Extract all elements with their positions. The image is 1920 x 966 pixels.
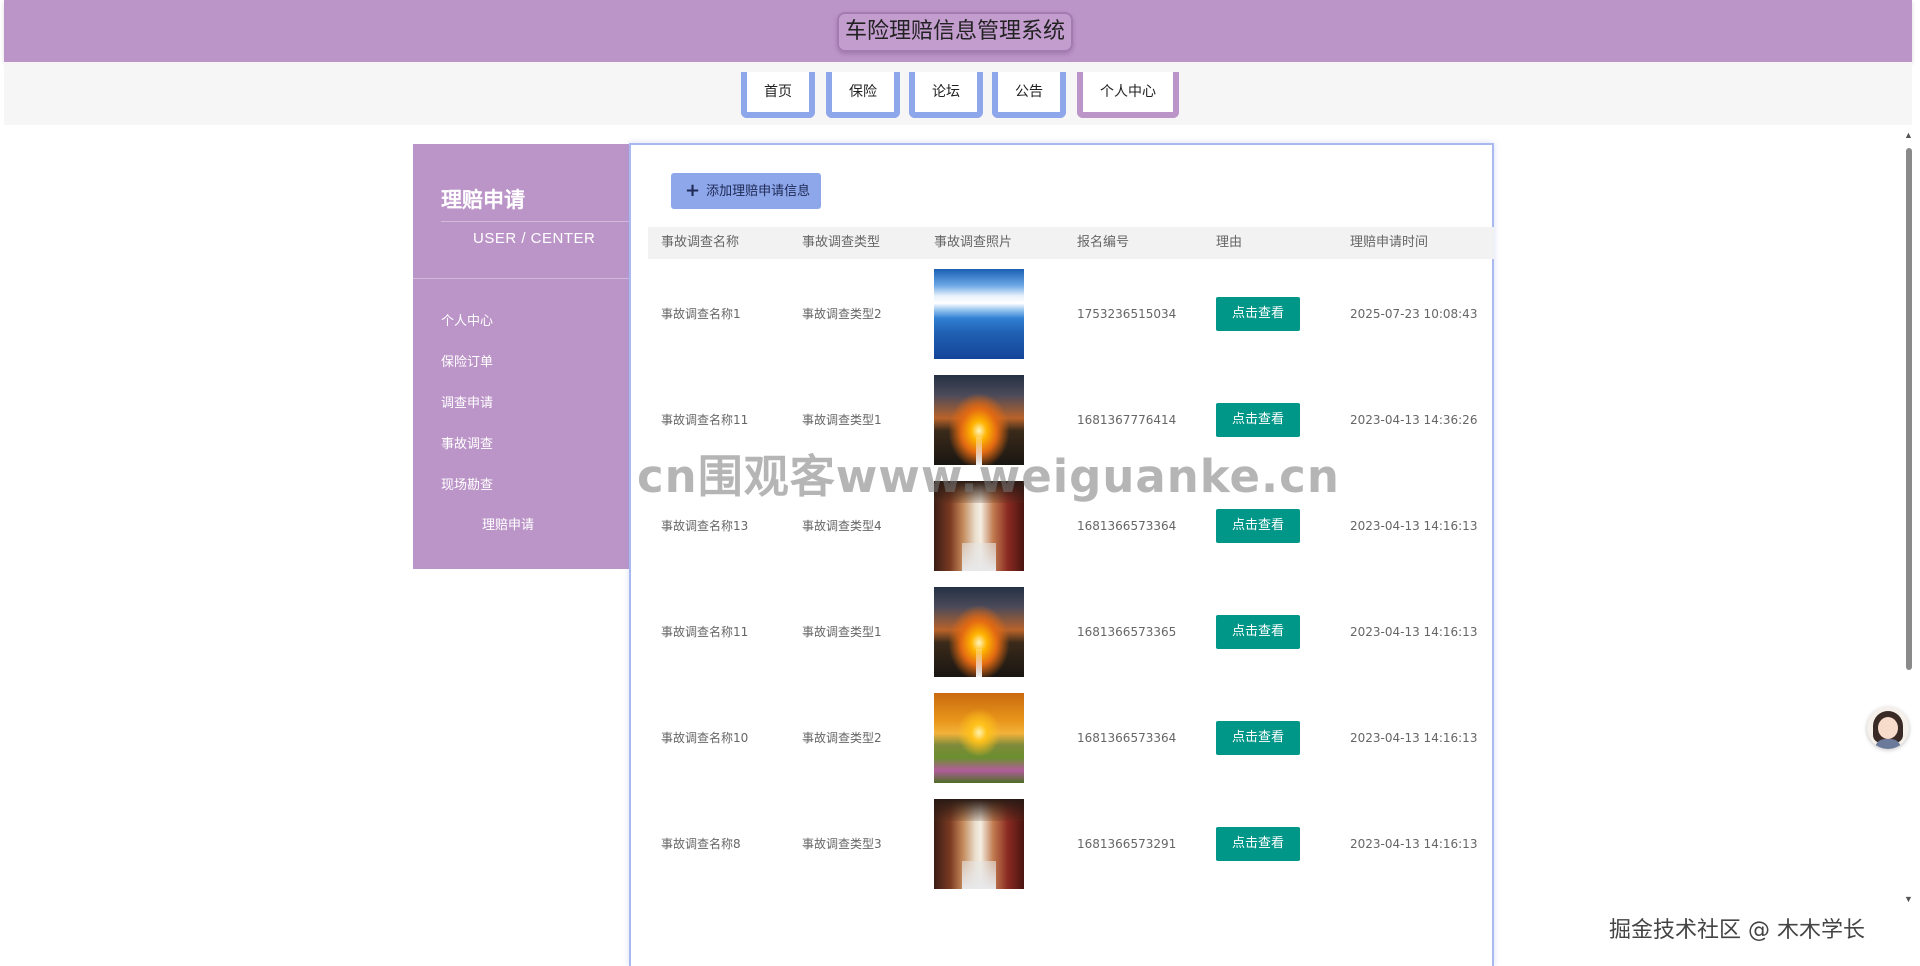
assistant-avatar-icon[interactable] xyxy=(1867,707,1909,749)
column-header: 理由 xyxy=(1216,235,1243,250)
table-row: 事故调查名称8 事故调查类型3 1681366573291 点击查看 2023-… xyxy=(648,799,1494,905)
add-claim-button[interactable]: + 添加理赔申请信息 xyxy=(671,173,821,209)
footer-watermark: 掘金技术社区 @ 木木学长 xyxy=(1609,918,1865,943)
claim-time-cell: 2023-04-13 14:16:13 xyxy=(1350,731,1478,745)
accident-name-cell: 事故调查名称8 xyxy=(661,837,741,851)
claim-time-cell: 2025-07-23 10:08:43 xyxy=(1350,307,1478,321)
table-header: 事故调查名称 事故调查类型 事故调查照片 报名编号 理由 理赔申请时间 xyxy=(648,227,1494,259)
view-reason-button[interactable]: 点击查看 xyxy=(1216,403,1300,437)
number-cell: 1681366573364 xyxy=(1077,731,1177,745)
column-header: 事故调查名称 xyxy=(661,235,740,250)
sidebar-divider xyxy=(413,278,629,279)
accident-type-cell: 事故调查类型2 xyxy=(802,307,882,321)
column-header: 事故调查照片 xyxy=(934,235,1013,250)
scroll-up-arrow-icon[interactable]: ▲ xyxy=(1904,130,1913,140)
accident-type-cell: 事故调查类型3 xyxy=(802,837,882,851)
accident-photo[interactable] xyxy=(934,799,1024,889)
nav-home[interactable]: 首页 xyxy=(741,72,815,118)
view-reason-button[interactable]: 点击查看 xyxy=(1216,615,1300,649)
number-cell: 1681366573291 xyxy=(1077,837,1177,851)
avatar-face xyxy=(1878,717,1898,739)
sidebar-title: 理赔申请 xyxy=(441,188,525,212)
top-header: 车险理赔信息管理系统 xyxy=(4,0,1912,62)
accident-type-cell: 事故调查类型1 xyxy=(802,625,882,639)
view-reason-button[interactable]: 点击查看 xyxy=(1216,297,1300,331)
accident-type-cell: 事故调查类型2 xyxy=(802,731,882,745)
claim-time-cell: 2023-04-13 14:16:13 xyxy=(1350,837,1478,851)
avatar-body xyxy=(1875,739,1901,749)
sidebar-item-accident-investigation[interactable]: 事故调查 xyxy=(441,433,493,452)
content-panel: + 添加理赔申请信息 事故调查名称 事故调查类型 事故调查照片 报名编号 理由 理… xyxy=(629,143,1494,966)
sidebar: 理赔申请 USER / CENTER 个人中心 保险订单 调查申请 事故调查 现… xyxy=(413,144,629,569)
nav-forum[interactable]: 论坛 xyxy=(909,72,983,118)
add-claim-label: 添加理赔申请信息 xyxy=(706,184,811,199)
view-reason-button[interactable]: 点击查看 xyxy=(1216,721,1300,755)
nav-personal-center[interactable]: 个人中心 xyxy=(1077,72,1179,118)
accident-name-cell: 事故调查名称10 xyxy=(661,731,749,745)
sidebar-item-site-survey[interactable]: 现场勘查 xyxy=(441,474,493,493)
nav-insurance[interactable]: 保险 xyxy=(826,72,900,118)
scrollbar-thumb[interactable] xyxy=(1906,148,1912,670)
table-row: 事故调查名称10 事故调查类型2 1681366573364 点击查看 2023… xyxy=(648,693,1494,799)
accident-photo[interactable] xyxy=(934,693,1024,783)
accident-photo[interactable] xyxy=(934,587,1024,677)
main-nav: 首页 保险 论坛 公告 个人中心 xyxy=(4,62,1912,125)
sidebar-item-insurance-orders[interactable]: 保险订单 xyxy=(441,351,493,370)
nav-announcement[interactable]: 公告 xyxy=(992,72,1066,118)
scroll-down-arrow-icon[interactable]: ▼ xyxy=(1904,894,1913,904)
table-row: 事故调查名称1 事故调查类型2 1753236515034 点击查看 2025-… xyxy=(648,269,1494,375)
sidebar-item-claims[interactable]: 理赔申请 xyxy=(482,514,534,533)
view-reason-button[interactable]: 点击查看 xyxy=(1216,827,1300,861)
claim-time-cell: 2023-04-13 14:16:13 xyxy=(1350,519,1478,533)
column-header: 理赔申请时间 xyxy=(1350,235,1429,250)
table-row: 事故调查名称11 事故调查类型1 1681366573365 点击查看 2023… xyxy=(648,587,1494,693)
view-reason-button[interactable]: 点击查看 xyxy=(1216,509,1300,543)
accident-photo[interactable] xyxy=(934,269,1024,359)
accident-name-cell: 事故调查名称1 xyxy=(661,307,741,321)
sidebar-item-investigation-requests[interactable]: 调查申请 xyxy=(441,392,493,411)
sidebar-subtitle: USER / CENTER xyxy=(473,230,596,247)
accident-name-cell: 事故调查名称11 xyxy=(661,625,749,639)
column-header: 事故调查类型 xyxy=(802,235,881,250)
sidebar-divider xyxy=(441,221,629,222)
sidebar-item-personal-center[interactable]: 个人中心 xyxy=(441,310,493,329)
watermark: cn围观客www.weiguanke.cn xyxy=(637,450,1340,503)
claim-time-cell: 2023-04-13 14:16:13 xyxy=(1350,625,1478,639)
number-cell: 1681366573365 xyxy=(1077,625,1177,639)
page-scrollbar[interactable]: ▲ ▼ xyxy=(1902,128,1916,904)
column-header: 报名编号 xyxy=(1077,235,1130,250)
plus-icon: + xyxy=(685,180,701,201)
claim-time-cell: 2023-04-13 14:36:26 xyxy=(1350,413,1478,427)
app-title: 车险理赔信息管理系统 xyxy=(837,12,1073,52)
number-cell: 1753236515034 xyxy=(1077,307,1177,321)
